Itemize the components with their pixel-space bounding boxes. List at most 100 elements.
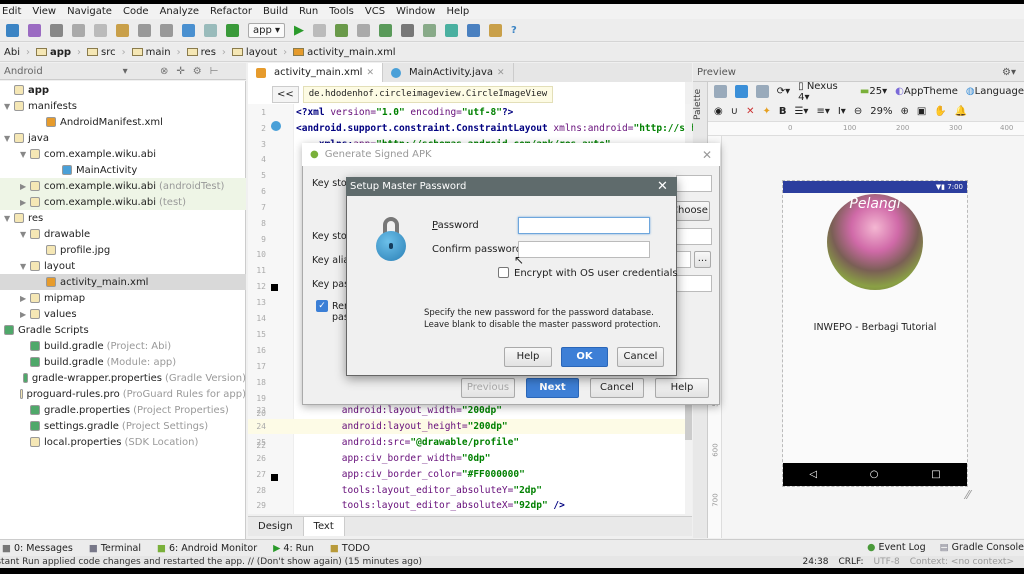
tree-item[interactable]: proguard-rules.pro (ProGuard Rules for ap… [0, 386, 246, 402]
tree-item[interactable]: profile.jpg [0, 242, 246, 258]
tree-item[interactable]: ▼ layout [0, 258, 246, 274]
help-button[interactable]: Help [655, 378, 709, 398]
ok-button[interactable]: OK [561, 347, 608, 367]
color-swatch-icon[interactable] [271, 284, 278, 291]
zoom-out-icon[interactable]: ⊖ [854, 106, 862, 117]
expand-arrow-icon[interactable]: ▼ [20, 150, 30, 159]
help-icon[interactable]: ? [511, 25, 517, 36]
expand-arrow-icon[interactable]: ▼ [4, 214, 14, 223]
run-config-select[interactable]: app ▾ [248, 22, 286, 38]
fit-screen-icon[interactable]: ▣ [917, 106, 926, 117]
tab-activity-main-xml[interactable]: activity_main.xml ✕ [248, 63, 384, 82]
build-hammer-icon[interactable] [226, 23, 239, 37]
breadcrumb-item[interactable]: layout [231, 47, 277, 58]
code-line[interactable]: 27 app:civ_border_color="#FF000000" [248, 467, 685, 482]
breadcrumb-item[interactable]: app [35, 47, 71, 58]
breadcrumb-item[interactable]: main [131, 47, 171, 58]
context[interactable]: Context: <no context> [910, 556, 1014, 568]
tree-item[interactable]: ▼ drawable [0, 226, 246, 242]
design-view-icon[interactable] [714, 85, 727, 98]
profile-icon[interactable] [357, 23, 371, 37]
tree-item[interactable]: ▶ com.example.wiku.abi (androidTest) [0, 178, 246, 194]
next-button[interactable]: Next [526, 378, 579, 398]
code-line[interactable]: 28 tools:layout_editor_absoluteY="2dp" [248, 483, 685, 498]
cancel-button[interactable]: Cancel [617, 347, 664, 367]
tab-text[interactable]: Text [303, 517, 345, 536]
tool-todo-button[interactable]: ■ TODO [330, 543, 370, 554]
tab-design[interactable]: Design [248, 517, 304, 536]
remember-passwords-checkbox[interactable]: ✓ [316, 300, 328, 312]
pack-icon[interactable]: ☰▾ [794, 106, 808, 117]
blueprint-view-icon[interactable] [734, 85, 748, 98]
menu-build[interactable]: Build [263, 6, 288, 17]
menu-analyze[interactable]: Analyze [160, 6, 199, 17]
language-select[interactable]: ◍Language [966, 86, 1024, 97]
avd-manager-icon[interactable] [423, 23, 437, 37]
warnings-icon[interactable]: 🔔 [955, 106, 967, 117]
tree-item[interactable]: activity_main.xml [0, 274, 246, 290]
menu-window[interactable]: Window [396, 6, 435, 17]
collapse-icon[interactable]: ✛ [176, 66, 184, 77]
gradle-console-button[interactable]: ▤ Gradle Console [940, 542, 1024, 553]
expand-arrow-icon[interactable]: ▼ [4, 102, 14, 111]
sync-icon[interactable] [6, 23, 19, 37]
close-icon[interactable]: ✕ [366, 68, 374, 78]
tree-item[interactable]: build.gradle (Module: app) [0, 354, 246, 370]
pan-icon[interactable]: ✋ [934, 106, 946, 117]
sync-scroll-icon[interactable]: ⊗ [160, 66, 168, 77]
code-line[interactable]: 24 android:layout_height="200dp" [248, 418, 685, 434]
tree-item[interactable]: ▶ values [0, 306, 246, 322]
project-structure-icon[interactable] [467, 23, 481, 37]
hide-icon[interactable]: ⊢ [210, 66, 219, 77]
tree-item[interactable]: app [0, 82, 246, 98]
tool-run-button[interactable]: ▶ 4: Run [273, 543, 314, 554]
menu-run[interactable]: Run [299, 6, 318, 17]
breadcrumb-item[interactable]: src [87, 47, 116, 58]
code-line[interactable]: 29 tools:layout_editor_absoluteX="92dp" … [248, 498, 685, 513]
baseline-icon[interactable]: B [779, 106, 787, 117]
event-log-button[interactable]: ● Event Log [867, 542, 926, 553]
scrollbar-thumb[interactable] [685, 400, 692, 440]
tree-item[interactable]: ▼ java [0, 130, 246, 146]
cut-icon[interactable] [72, 23, 85, 37]
key-store-path-input[interactable] [676, 175, 712, 192]
expand-arrow-icon[interactable]: ▶ [20, 198, 30, 207]
status-message[interactable]: Instant Run applied code changes and res… [0, 557, 422, 567]
breadcrumb-item[interactable]: activity_main.xml [293, 47, 396, 58]
close-icon[interactable]: ✕ [657, 177, 668, 196]
device-select[interactable]: ▯ Nexus 4▾ [798, 81, 852, 103]
copy-icon[interactable] [94, 23, 107, 37]
previous-button[interactable]: Previous [461, 378, 515, 398]
expand-arrow-icon[interactable]: ▶ [20, 310, 30, 319]
key-password-input[interactable] [676, 275, 712, 292]
class-marker-icon[interactable] [271, 121, 281, 131]
back-icon[interactable] [182, 23, 195, 37]
palette-label[interactable]: Palette [693, 89, 703, 120]
gear-icon[interactable]: ⚙▾ [1002, 63, 1016, 82]
zoom-in-icon[interactable]: ⊕ [900, 106, 908, 117]
run-icon[interactable]: ▶ [294, 23, 304, 38]
clear-constraints-icon[interactable]: ✕ [746, 106, 754, 117]
code-line[interactable]: 26 app:civ_border_width="0dp" [248, 451, 685, 466]
code-line[interactable]: 2 <android.support.constraint.ConstraintL… [248, 121, 702, 136]
line-separator[interactable]: CRLF: [838, 556, 863, 568]
caret-position[interactable]: 24:38 [803, 556, 829, 568]
orientation-icon[interactable]: ⟳▾ [777, 86, 790, 97]
align-icon[interactable]: ≡▾ [816, 106, 829, 117]
close-icon[interactable]: ✕ [497, 68, 505, 78]
tree-item[interactable]: settings.gradle (Project Settings) [0, 418, 246, 434]
gear-icon[interactable]: ⚙ [193, 66, 202, 77]
component-path[interactable]: de.hdodenhof.circleimageview.CircleImage… [302, 86, 554, 103]
tree-item[interactable]: local.properties (SDK Location) [0, 434, 246, 450]
key-alias-input[interactable] [676, 251, 691, 268]
tree-item[interactable]: AndroidManifest.xml [0, 114, 246, 130]
stop-icon[interactable] [401, 23, 415, 37]
menu-refactor[interactable]: Refactor [210, 6, 252, 17]
tree-item[interactable]: ▼ res [0, 210, 246, 226]
menu-navigate[interactable]: Navigate [67, 6, 112, 17]
paste-icon[interactable] [116, 23, 129, 37]
debug-icon[interactable] [335, 23, 349, 37]
menu-tools[interactable]: Tools [329, 6, 354, 17]
tree-item[interactable]: ▼ com.example.wiku.abi [0, 146, 246, 162]
tool-androidmonitor-button[interactable]: ■ 6: Android Monitor [157, 543, 257, 554]
